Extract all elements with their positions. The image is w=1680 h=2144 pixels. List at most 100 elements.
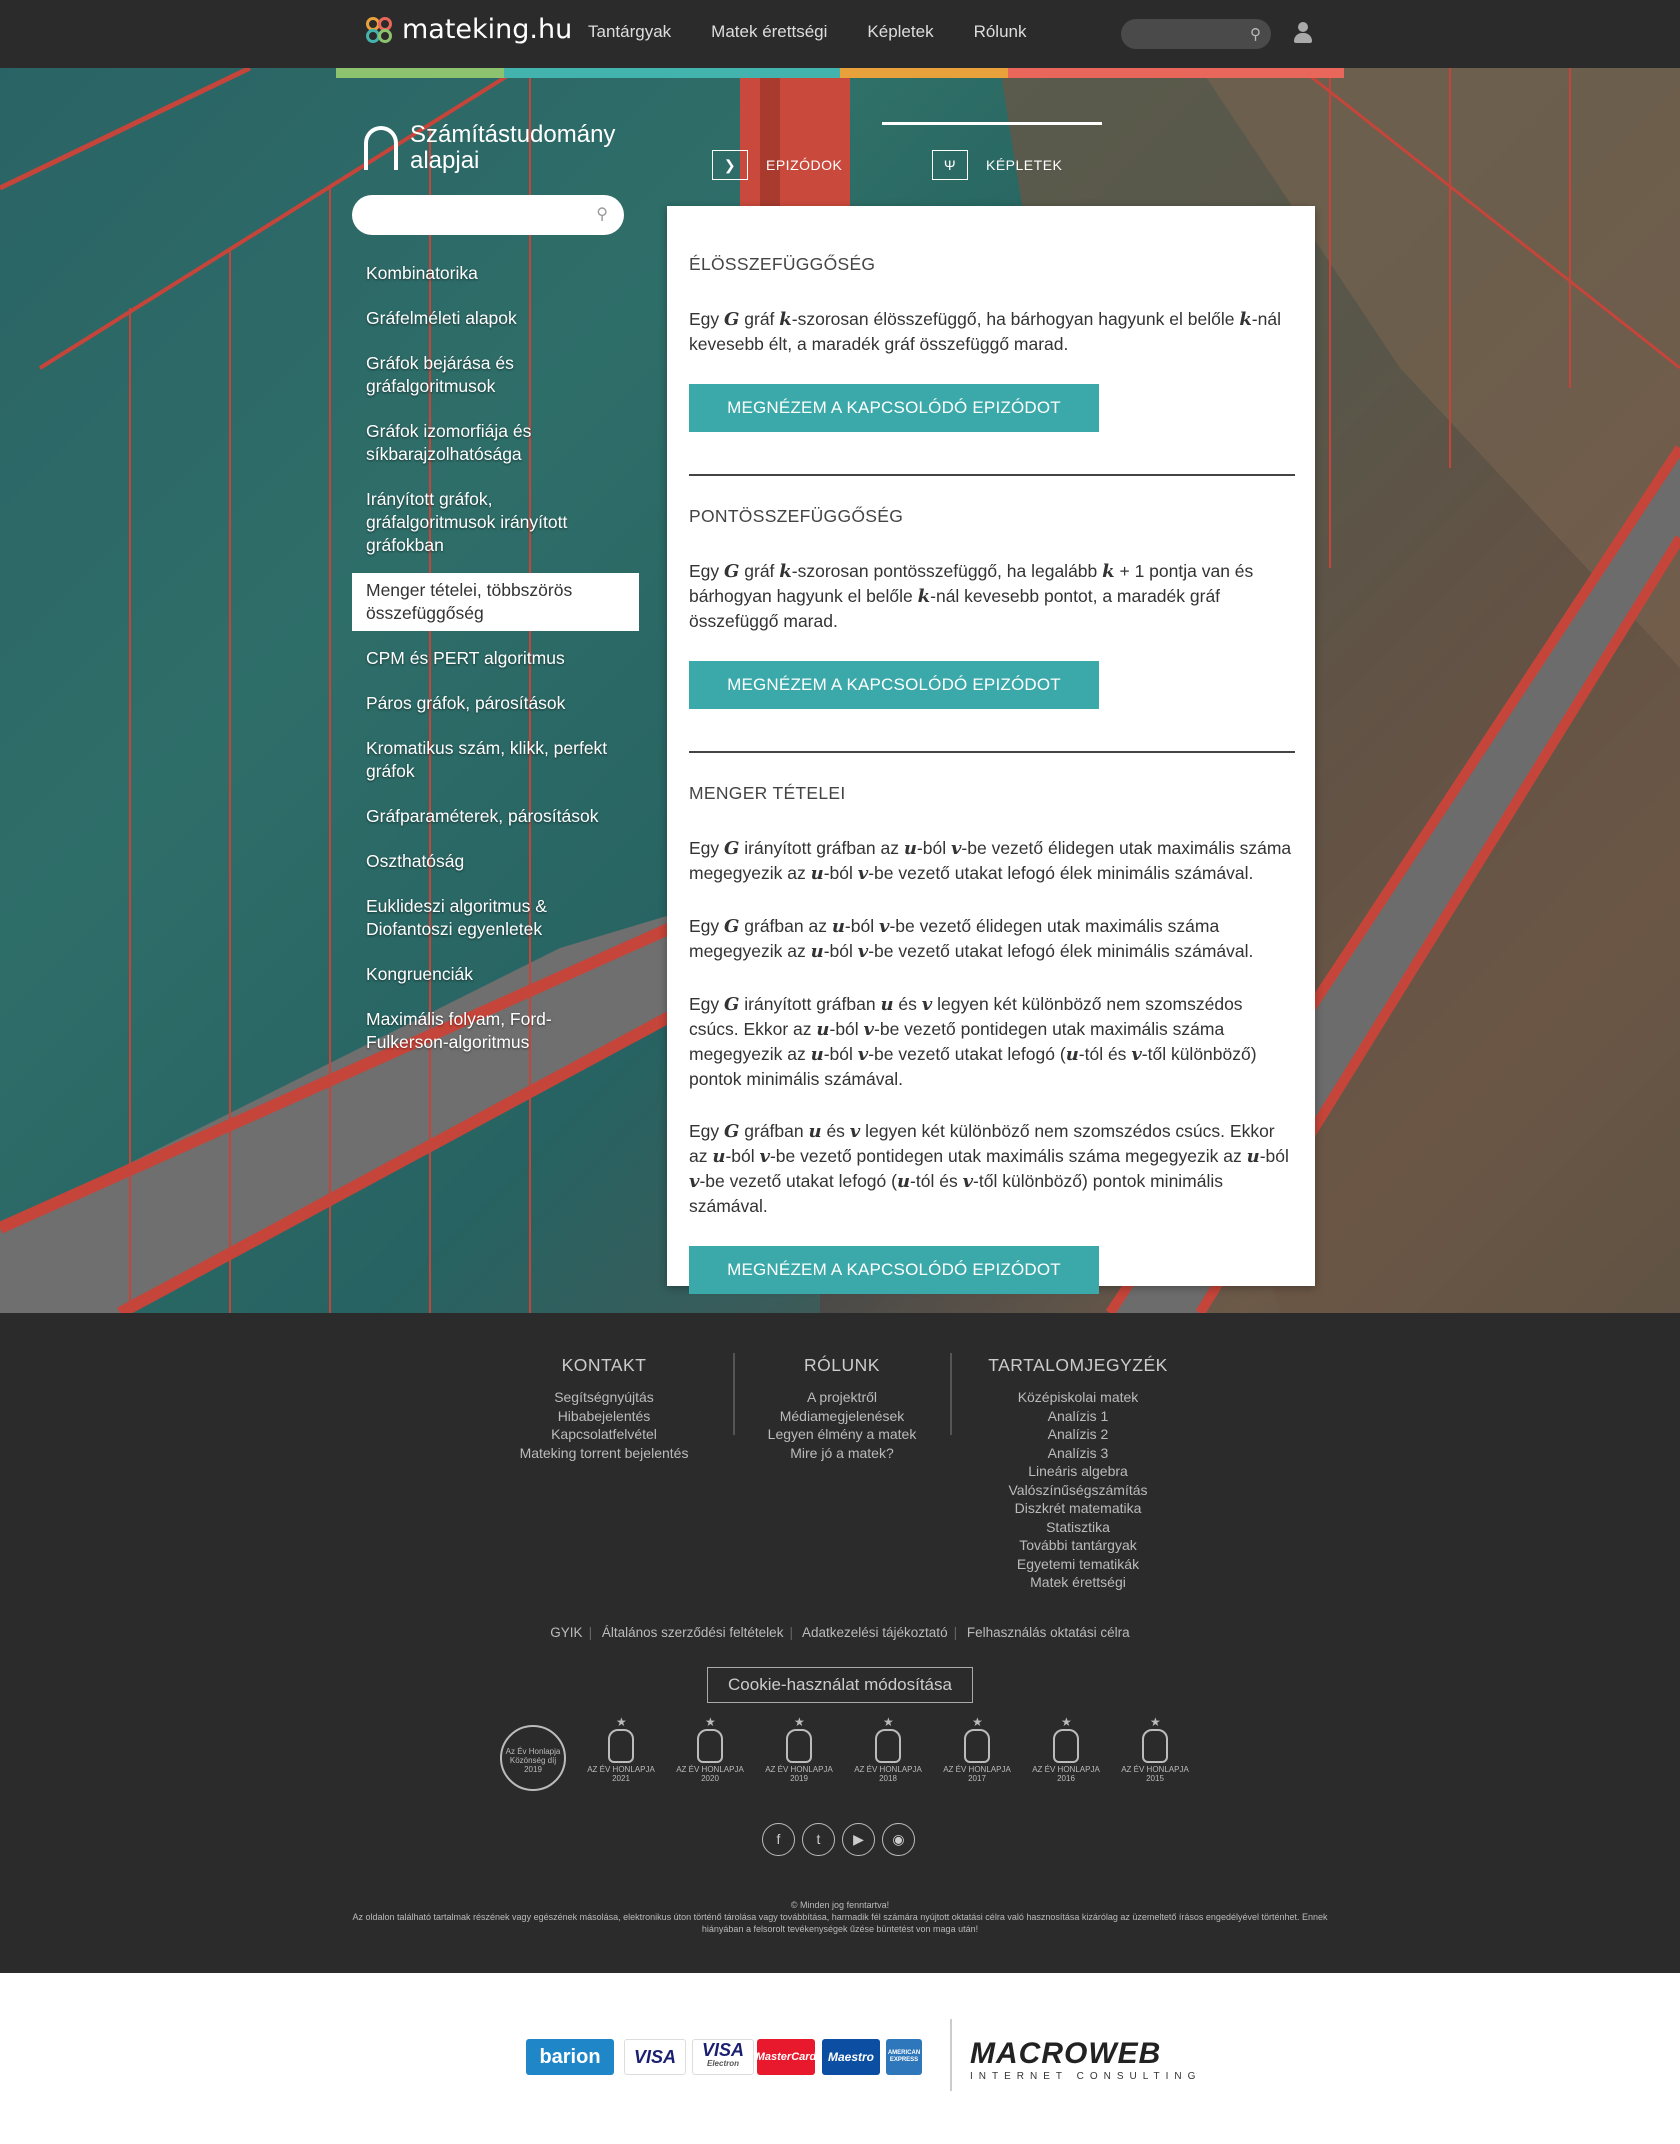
award-badge-round: Az Év Honlapja Közönség díj 2019	[500, 1725, 566, 1791]
section-title: ÉLÖSSZEFÜGGŐSÉG	[689, 254, 876, 274]
tab-episodes[interactable]: ❯ EPIZÓDOK	[712, 150, 842, 180]
tab-active-indicator	[882, 122, 1102, 125]
sidebar-list: Kombinatorika Gráfelméleti alapok Gráfok…	[352, 262, 639, 1076]
footer-link[interactable]: Analízis 3	[968, 1444, 1188, 1463]
footer-link[interactable]: Statisztika	[968, 1518, 1188, 1537]
legal-link[interactable]: Felhasználás oktatási célra	[967, 1625, 1130, 1640]
legal-link[interactable]: Általános szerződési feltételek	[602, 1625, 784, 1640]
search-icon[interactable]: ⚲	[596, 204, 608, 224]
footer-link[interactable]: Középiskolai matek	[968, 1388, 1188, 1407]
award-badge: AZ ÉV HONLAPJA2020	[676, 1715, 744, 1797]
footer-heading: KONTAKT	[561, 1355, 647, 1375]
sidebar-item[interactable]: Kongruenciák	[352, 963, 639, 986]
footer-col-rolunk: RÓLUNK A projektről Médiamegjelenések Le…	[752, 1355, 932, 1462]
cookie-settings-button[interactable]: Cookie-használat módosítása	[707, 1667, 973, 1703]
award-badge: AZ ÉV HONLAPJA2018	[854, 1715, 922, 1797]
watch-episode-button[interactable]: MEGNÉZEM A KAPCSOLÓDÓ EPIZÓDOT	[689, 661, 1099, 709]
macroweb-logo[interactable]: MACROWEB INTERNET CONSULTING	[970, 2037, 1201, 2082]
theorem-text: Egy G irányított gráfban u és v legyen k…	[689, 994, 1257, 1089]
hand-star-icon	[1142, 1715, 1168, 1763]
award-badge: AZ ÉV HONLAPJA2016	[1032, 1715, 1100, 1797]
visa-logo: VISA	[624, 2039, 686, 2075]
sidebar-item[interactable]: Gráfelméleti alapok	[352, 307, 639, 330]
sidebar-item[interactable]: Gráfok bejárása és gráfalgoritmusok	[352, 352, 639, 398]
user-icon[interactable]	[1294, 22, 1312, 44]
footer-link[interactable]: További tantárgyak	[968, 1536, 1188, 1555]
footer-link[interactable]: Segítségnyújtás	[514, 1388, 694, 1407]
sidebar-search-input[interactable]: ⚲	[352, 195, 624, 235]
footer-link[interactable]: Diszkrét matematika	[968, 1499, 1188, 1518]
sidebar-item[interactable]: Euklideszi algoritmus & Diofantoszi egye…	[352, 895, 639, 941]
footer-link[interactable]: A projektről	[752, 1388, 932, 1407]
sidebar-item[interactable]: Kromatikus szám, klikk, perfekt gráfok	[352, 737, 639, 783]
maestro-logo: Maestro	[822, 2039, 880, 2075]
visa-electron-logo: VISA Electron	[692, 2039, 754, 2075]
legal-link[interactable]: GYIK	[550, 1625, 582, 1640]
instagram-icon[interactable]: ◉	[882, 1823, 915, 1856]
sidebar-item[interactable]: Kombinatorika	[352, 262, 639, 285]
search-icon[interactable]: ⚲	[1250, 25, 1261, 43]
sidebar-item[interactable]: Páros gráfok, párosítások	[352, 692, 639, 715]
section-divider	[689, 751, 1295, 753]
footer-link[interactable]: Legyen élmény a matek	[752, 1425, 932, 1444]
sidebar-item[interactable]: CPM és PERT algoritmus	[352, 647, 639, 670]
section-title: PONTÖSSZEFÜGGŐSÉG	[689, 506, 904, 526]
hand-star-icon	[697, 1715, 723, 1763]
theorem-text: Egy G gráfban u és v legyen két különböz…	[689, 1121, 1289, 1216]
twitter-icon[interactable]: t	[802, 1823, 835, 1856]
footer-link[interactable]: Mire jó a matek?	[752, 1444, 932, 1463]
sidebar-item[interactable]: Gráfok izomorfiája és síkbarajzolhatóság…	[352, 420, 639, 466]
awards-row: Az Év Honlapja Közönség díj 2019 AZ ÉV H…	[500, 1715, 1189, 1797]
legal-link[interactable]: Adatkezelési tájékoztató	[802, 1625, 948, 1640]
award-badge: AZ ÉV HONLAPJA2019	[765, 1715, 833, 1797]
sidebar-item[interactable]: Oszthatóság	[352, 850, 639, 873]
copyright-text: © Minden jog fenntartva! Az oldalon talá…	[352, 1900, 1328, 1934]
course-title-text: Számítástudomány alapjai	[410, 122, 616, 174]
watch-episode-button[interactable]: MEGNÉZEM A KAPCSOLÓDÓ EPIZÓDOT	[689, 384, 1099, 432]
facebook-icon[interactable]: f	[762, 1823, 795, 1856]
footer-link[interactable]: Médiamegjelenések	[752, 1407, 932, 1426]
sidebar-item[interactable]: Maximális folyam, Ford-Fulkerson-algorit…	[352, 1008, 639, 1054]
sidebar-item[interactable]: Irányított gráfok, gráfalgoritmusok irán…	[352, 488, 639, 557]
nav-tantargyak[interactable]: Tantárgyak	[588, 22, 671, 42]
barion-logo: barion	[526, 2039, 614, 2075]
footer-col-toc: TARTALOMJEGYZÉK Középiskolai matek Analí…	[968, 1355, 1188, 1592]
footer-link[interactable]: Kapcsolatfelvétel	[514, 1425, 694, 1444]
sidebar-item[interactable]: Gráfparaméterek, párosítások	[352, 805, 639, 828]
footer-separator	[733, 1353, 735, 1435]
footer-link[interactable]: Analízis 2	[968, 1425, 1188, 1444]
nav-matek-erettsegi[interactable]: Matek érettségi	[711, 22, 827, 42]
theorem-text: Egy G gráfban az u-ból v-be vezető élide…	[689, 916, 1254, 962]
mastercard-logo: MasterCard	[756, 2039, 816, 2075]
main-nav: Tantárgyak Matek érettségi Képletek Rólu…	[588, 22, 1027, 42]
course-arch-icon	[364, 126, 398, 170]
site-logo[interactable]: mateking.hu	[364, 14, 572, 45]
footer-link[interactable]: Egyetemi tematikák	[968, 1555, 1188, 1574]
section-divider	[689, 474, 1295, 476]
footer-link[interactable]: Hibabejelentés	[514, 1407, 694, 1426]
watch-episode-button[interactable]: MEGNÉZEM A KAPCSOLÓDÓ EPIZÓDOT	[689, 1246, 1099, 1294]
color-stripes	[336, 68, 1344, 78]
footer-link[interactable]: Matek érettségi	[968, 1573, 1188, 1592]
amex-logo: AMERICAN EXPRESS	[886, 2039, 922, 2075]
footer-link[interactable]: Lineáris algebra	[968, 1462, 1188, 1481]
award-badge: AZ ÉV HONLAPJA2017	[943, 1715, 1011, 1797]
header-search-input[interactable]: ⚲	[1121, 19, 1271, 49]
footer-col-kontakt: KONTAKT Segítségnyújtás Hibabejelentés K…	[514, 1355, 694, 1462]
chevron-right-icon: ❯	[712, 150, 748, 180]
logo-icon	[364, 15, 394, 45]
nav-rolunk[interactable]: Rólunk	[974, 22, 1027, 42]
footer: KONTAKT Segítségnyújtás Hibabejelentés K…	[0, 1313, 1680, 1973]
hand-star-icon	[964, 1715, 990, 1763]
nav-kepletek[interactable]: Képletek	[867, 22, 933, 42]
formula-card: ÉLÖSSZEFÜGGŐSÉG Egy G gráf k-szorosan él…	[667, 206, 1315, 1294]
tab-formulas[interactable]: Ψ KÉPLETEK	[932, 150, 1062, 180]
sidebar-item-active[interactable]: Menger tételei, többszörös összefüggőség	[352, 573, 639, 631]
definition-text: Egy G gráf k-szorosan pontösszefüggő, ha…	[689, 561, 1254, 631]
footer-link[interactable]: Mateking torrent bejelentés	[514, 1444, 694, 1463]
footer-link[interactable]: Analízis 1	[968, 1407, 1188, 1426]
youtube-icon[interactable]: ▶	[842, 1823, 875, 1856]
tab-formulas-label: KÉPLETEK	[986, 157, 1063, 173]
footer-link[interactable]: Valószínűségszámítás	[968, 1481, 1188, 1500]
payment-bar: barion VISA VISA Electron MasterCard Mae…	[0, 1973, 1680, 2144]
